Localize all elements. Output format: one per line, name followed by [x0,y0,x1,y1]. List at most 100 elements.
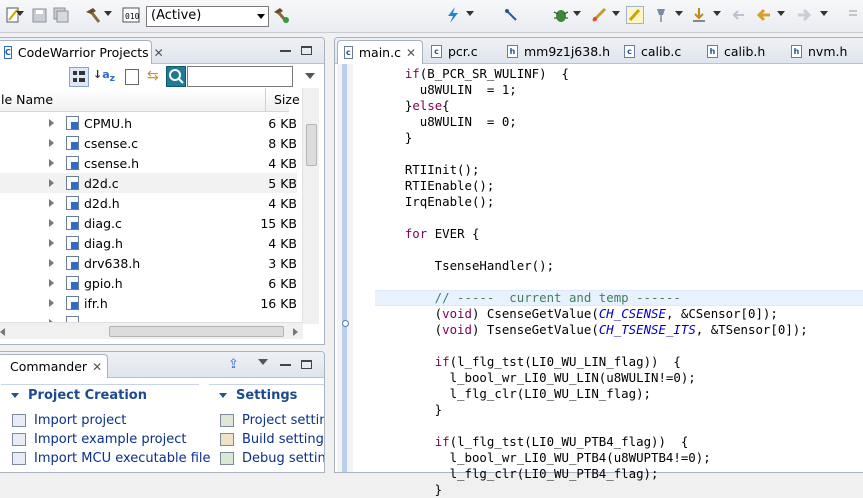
build-all-icon[interactable] [272,6,290,24]
pin-icon[interactable] [652,6,670,24]
code-line[interactable]: ​ [375,274,808,290]
settings-title[interactable]: Settings [219,388,297,403]
scroll-right-icon[interactable] [293,328,298,336]
list-item[interactable]: ifr.h 16 KB [0,293,297,313]
launch-icon[interactable] [590,6,608,24]
code-line[interactable]: IrqEnable();​ [375,194,808,210]
code-line[interactable]: RTIEnable();​ [375,178,808,194]
tab-main-c[interactable]: c main.c ✕ [337,40,423,64]
debug-dropdown-icon[interactable] [573,11,581,16]
hammer-build-icon[interactable] [84,6,102,24]
link-editor-icon[interactable]: ⇆ [147,68,159,84]
vertical-scroll-thumb[interactable] [306,124,317,166]
bug-icon[interactable] [552,6,570,24]
code-line[interactable]: ​ [375,338,808,354]
collapse-all-icon[interactable] [125,69,139,85]
code-line[interactable]: (void) CsenseGetValue(CH_CSENSE, &CSenso… [375,306,808,322]
tab-pcr-c[interactable]: c pcr.c [425,40,484,63]
code-line[interactable]: l_bool_wr_LI0_WU_LIN(u8WULIN!=0);​ [375,370,808,386]
import-mcu-executable-link[interactable]: Import MCU executable file [12,451,211,466]
project-creation-title[interactable]: Project Creation [11,388,147,403]
code-line[interactable]: }​ [375,482,808,498]
list-item[interactable]: gpio.h 6 KB [0,273,297,293]
tab-commander[interactable]: Commander ✕ [0,354,108,378]
code-line[interactable]: ​ [375,418,808,434]
code-editor[interactable]: if(B_PCR_SR_WULINF) {​ u8WULIN = 1;​ }el… [375,66,808,498]
last-edit-icon[interactable] [730,6,748,24]
name-column-header[interactable]: le Name Size [0,87,300,112]
flash-dropdown-icon[interactable] [466,11,474,16]
expand-icon[interactable] [49,119,54,127]
tab-calib-c[interactable]: c calib.c [618,40,687,63]
code-line[interactable]: }​ [375,402,808,418]
expand-icon[interactable] [49,139,54,147]
scroll-left-icon[interactable] [0,328,5,336]
code-line[interactable]: }​ [375,130,808,146]
maximize-icon[interactable] [301,46,312,55]
show-tree-icon[interactable] [69,67,89,87]
close-icon[interactable]: ✕ [154,46,164,60]
code-line[interactable]: ​ [375,210,808,226]
code-line[interactable]: for EVER {​ [375,226,808,242]
project-settings-link[interactable]: Project setting [220,413,324,428]
pin-dropdown-icon[interactable] [675,11,683,16]
code-line[interactable]: if(B_PCR_SR_WULINF) {​ [375,66,808,82]
tab-calib-h[interactable]: h calib.h [701,40,771,63]
code-line[interactable]: // ----- current and temp ------​ [375,290,808,306]
toolbar-overflow-icon[interactable] [844,6,862,24]
annotation-nav-icon[interactable] [690,6,708,24]
search-icon[interactable] [166,66,186,87]
filter-input[interactable] [187,66,293,87]
list-item[interactable]: csense.h 4 KB [0,153,297,173]
forward-dropdown-icon[interactable] [820,11,828,16]
horizontal-scroll-thumb[interactable] [109,326,284,337]
code-line[interactable]: ​ [375,146,808,162]
debug-icon[interactable] [502,6,520,24]
code-line[interactable]: l_flg_clr(LI0_WU_LIN_flag);​ [375,386,808,402]
list-item[interactable]: diag.c 15 KB [0,213,297,233]
save-all-icon[interactable] [52,6,70,24]
new-import-icon[interactable]: ⇪ [228,357,239,372]
expand-icon[interactable] [49,159,54,167]
build-configuration-select[interactable]: (Active) [146,6,269,27]
code-line[interactable]: ​ [375,242,808,258]
list-item[interactable]: drv638.h 3 KB [0,253,297,273]
sort-az-icon[interactable]: ↓az [93,68,115,84]
tab-codewarrior-projects[interactable]: C CodeWarrior Projects ✕ [0,40,164,64]
list-item[interactable]: diag.h 4 KB [0,233,297,253]
new-dropdown-icon[interactable] [16,11,24,16]
forward-icon[interactable] [795,6,813,24]
minimize-icon[interactable] [280,360,291,366]
save-icon[interactable] [30,6,48,24]
code-line[interactable]: }else{​ [375,98,808,114]
import-project-link[interactable]: Import project [12,413,126,428]
code-line[interactable]: if(l_flg_tst(LI0_WU_LIN_flag)) {​ [375,354,808,370]
breakpoint-marker-icon[interactable] [342,320,349,327]
annotation-dropdown-icon[interactable] [713,11,721,16]
tab-nvm-h[interactable]: h nvm.h [785,40,853,63]
view-menu-icon[interactable] [305,73,315,79]
highlight-icon[interactable] [626,6,644,24]
close-icon[interactable]: ✕ [406,46,416,60]
import-example-project-link[interactable]: Import example project [12,432,186,447]
list-item[interactable]: csense.c 8 KB [0,133,297,153]
launch-dropdown-icon[interactable] [612,11,620,16]
code-line[interactable]: RTIInit();​ [375,162,808,178]
minimize-icon[interactable] [280,46,291,52]
expand-icon[interactable] [49,239,54,247]
expand-icon[interactable] [49,279,54,287]
list-item[interactable]: d2d.h 4 KB [0,193,297,213]
flash-icon[interactable] [444,6,462,24]
build-config-icon[interactable]: 010 [122,6,140,24]
view-menu-icon[interactable] [258,359,268,365]
code-line[interactable]: l_bool_wr_LI0_WU_PTB4(u8WUPTB4!=0);​ [375,450,808,466]
horizontal-scrollbar[interactable] [0,322,303,339]
code-line[interactable]: u8WULIN = 1;​ [375,82,808,98]
tab-mm9z1j638-h[interactable]: h mm9z1j638.h [501,40,616,63]
expand-icon[interactable] [49,259,54,267]
code-line[interactable]: l_flg_clr(LI0_WU_PTB4_flag);​ [375,466,808,482]
close-icon[interactable]: ✕ [92,360,102,374]
build-settings-link[interactable]: Build settings [220,432,324,447]
expand-icon[interactable] [49,179,54,187]
back-icon[interactable] [755,6,773,24]
